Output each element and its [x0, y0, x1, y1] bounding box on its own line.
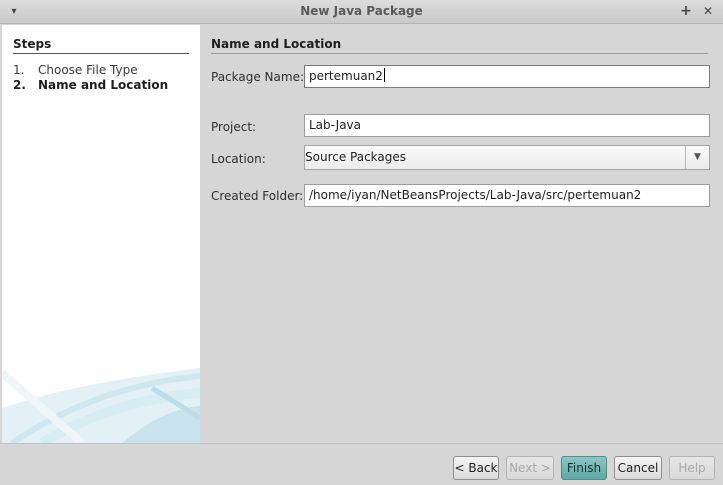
maximize-icon[interactable]: + — [678, 3, 694, 20]
step-item-choose-file-type: 1. Choose File Type — [13, 63, 138, 78]
step-number: 1. — [13, 63, 25, 77]
location-label: Location: — [211, 152, 266, 166]
package-name-input[interactable]: pertemuan2 — [304, 65, 710, 88]
cancel-button[interactable]: Cancel — [614, 456, 662, 480]
wizard-watermark-graphic — [2, 368, 200, 443]
created-folder-value: /home/iyan/NetBeansProjects/Lab-Java/src… — [309, 188, 642, 202]
location-value: Source Packages — [305, 150, 407, 164]
project-label: Project: — [211, 120, 257, 134]
help-button: Help — [669, 456, 715, 480]
title-bar: ▾ New Java Package + ✕ — [0, 0, 723, 24]
chevron-down-icon[interactable]: ▼ — [685, 146, 709, 169]
back-button[interactable]: < Back — [453, 456, 499, 480]
step-item-name-and-location: 2. Name and Location — [13, 78, 168, 93]
package-name-label: Package Name: — [211, 70, 304, 84]
step-number: 2. — [13, 78, 26, 92]
main-panel: Name and Location Package Name: pertemua… — [200, 25, 723, 443]
window-title: New Java Package — [300, 4, 423, 18]
steps-heading: Steps — [13, 37, 189, 54]
next-button: Next > — [506, 456, 554, 480]
step-label: Name and Location — [38, 78, 169, 92]
close-icon[interactable]: ✕ — [700, 3, 716, 20]
text-caret — [383, 68, 385, 82]
finish-button[interactable]: Finish — [561, 456, 607, 480]
project-field: Lab-Java — [304, 114, 710, 137]
button-bar: < Back Next > Finish Cancel Help — [0, 443, 723, 485]
step-label: Choose File Type — [38, 63, 138, 77]
project-value: Lab-Java — [309, 118, 362, 132]
created-folder-label: Created Folder: — [211, 189, 304, 203]
section-title: Name and Location — [211, 37, 708, 54]
created-folder-field: /home/iyan/NetBeansProjects/Lab-Java/src… — [304, 184, 710, 207]
location-dropdown[interactable]: Source Packages ▼ — [304, 145, 710, 170]
package-name-value: pertemuan2 — [309, 69, 383, 83]
steps-panel: Steps 1. Choose File Type 2. Name and Loca… — [2, 25, 200, 443]
